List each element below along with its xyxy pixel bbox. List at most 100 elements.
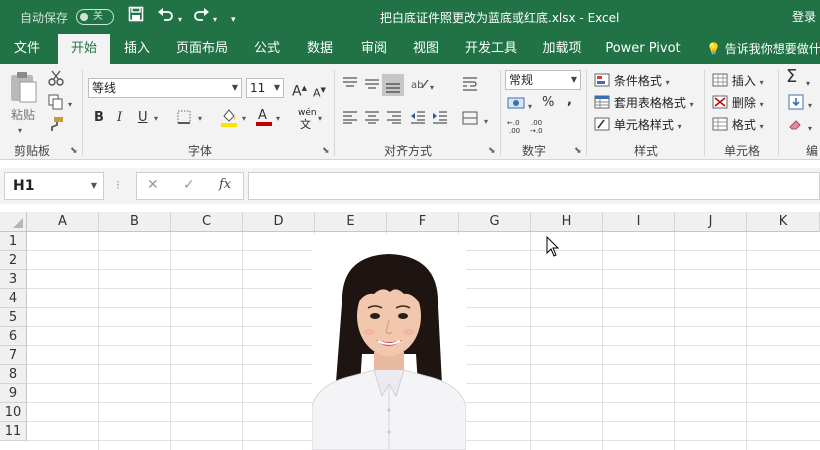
cell-styles-button[interactable]: 单元格样式 ▾ bbox=[594, 116, 682, 136]
fill-dropdown-icon[interactable]: ▾ bbox=[808, 97, 812, 115]
percent-button[interactable]: % bbox=[542, 94, 554, 112]
decrease-indent-icon[interactable] bbox=[410, 110, 426, 130]
alignment-launcher-icon[interactable]: ⬊ bbox=[488, 146, 496, 156]
font-name-combo[interactable]: 等线 ▼ bbox=[88, 78, 242, 98]
merge-dropdown-icon[interactable]: ▾ bbox=[484, 113, 488, 131]
font-launcher-icon[interactable]: ⬊ bbox=[322, 146, 330, 156]
tab-power-pivot[interactable]: Power Pivot bbox=[602, 34, 684, 64]
increase-decimal-icon[interactable]: ←.0.00 bbox=[507, 118, 527, 140]
border-icon[interactable] bbox=[176, 109, 192, 131]
copy-icon[interactable] bbox=[48, 94, 64, 116]
underline-button[interactable]: U bbox=[138, 109, 148, 127]
clipboard-launcher-icon[interactable]: ⬊ bbox=[70, 146, 78, 156]
login-link[interactable]: 登录 bbox=[792, 8, 816, 25]
insert-cells-button[interactable]: 插入 ▾ bbox=[712, 72, 764, 92]
worksheet-grid[interactable]: A B C D E F G H I J K 1 2 3 4 5 6 7 8 9 … bbox=[0, 212, 820, 450]
select-all-button[interactable] bbox=[0, 212, 27, 232]
paste-dropdown-icon[interactable]: ▾ bbox=[18, 122, 22, 140]
align-left-icon[interactable] bbox=[342, 110, 358, 130]
column-header-i[interactable]: I bbox=[603, 212, 675, 232]
orientation-dropdown-icon[interactable]: ▾ bbox=[430, 79, 434, 97]
row-header-11[interactable]: 11 bbox=[0, 422, 27, 441]
align-center-icon[interactable] bbox=[364, 110, 380, 130]
row-header-6[interactable]: 6 bbox=[0, 327, 27, 346]
undo-dropdown-icon[interactable]: ▾ bbox=[178, 10, 182, 30]
increase-indent-icon[interactable] bbox=[432, 110, 448, 130]
column-header-e[interactable]: E bbox=[315, 212, 387, 232]
autosave-toggle[interactable]: 关 bbox=[76, 9, 114, 25]
currency-dropdown-icon[interactable]: ▾ bbox=[528, 98, 532, 116]
decrease-decimal-icon[interactable]: .00 →.0 bbox=[530, 118, 550, 140]
fill-color-icon[interactable] bbox=[220, 107, 238, 133]
number-launcher-icon[interactable]: ⬊ bbox=[574, 146, 582, 156]
decrease-font-icon[interactable]: A▼ bbox=[313, 81, 326, 103]
clear-dropdown-icon[interactable]: ▾ bbox=[808, 120, 812, 138]
autosum-icon[interactable]: Σ bbox=[786, 68, 797, 86]
format-painter-icon[interactable] bbox=[48, 116, 64, 138]
currency-icon[interactable] bbox=[507, 95, 525, 117]
phonetic-dropdown-icon[interactable]: ▾ bbox=[318, 110, 322, 128]
tab-file[interactable]: 文件 bbox=[4, 34, 50, 64]
tab-page-layout[interactable]: 页面布局 bbox=[170, 34, 234, 64]
tell-me-box[interactable]: 💡 告诉我你想要做什么 bbox=[706, 34, 820, 64]
bold-button[interactable]: B bbox=[94, 109, 104, 127]
row-header-7[interactable]: 7 bbox=[0, 346, 27, 365]
conditional-formatting-button[interactable]: 条件格式 ▾ bbox=[594, 72, 670, 92]
column-header-k[interactable]: K bbox=[747, 212, 820, 232]
merge-center-icon[interactable] bbox=[462, 110, 478, 132]
column-header-j[interactable]: J bbox=[675, 212, 747, 232]
fill-color-dropdown-icon[interactable]: ▾ bbox=[242, 110, 246, 128]
column-header-c[interactable]: C bbox=[171, 212, 243, 232]
enter-icon[interactable]: ✓ bbox=[183, 177, 195, 193]
fill-down-icon[interactable] bbox=[788, 94, 804, 116]
column-header-f[interactable]: F bbox=[387, 212, 459, 232]
cancel-icon[interactable]: ✕ bbox=[147, 177, 159, 193]
row-header-10[interactable]: 10 bbox=[0, 403, 27, 422]
number-format-combo[interactable]: 常规 ▼ bbox=[505, 70, 581, 90]
save-icon[interactable] bbox=[128, 6, 144, 27]
clear-icon[interactable] bbox=[788, 117, 804, 137]
row-header-8[interactable]: 8 bbox=[0, 365, 27, 384]
row-header-1[interactable]: 1 bbox=[0, 232, 27, 251]
column-header-h[interactable]: H bbox=[531, 212, 603, 232]
row-header-2[interactable]: 2 bbox=[0, 251, 27, 270]
align-bottom-icon[interactable] bbox=[382, 74, 404, 96]
resize-handle-icon[interactable]: ⁝ bbox=[116, 178, 120, 192]
undo-icon[interactable] bbox=[157, 6, 175, 27]
row-header-9[interactable]: 9 bbox=[0, 384, 27, 403]
underline-dropdown-icon[interactable]: ▾ bbox=[154, 110, 158, 128]
tab-developer[interactable]: 开发工具 bbox=[460, 34, 522, 64]
font-size-combo[interactable]: 11 ▼ bbox=[246, 78, 284, 98]
font-color-icon[interactable]: A bbox=[256, 106, 272, 132]
tab-home[interactable]: 开始 bbox=[58, 34, 110, 64]
insert-function-button[interactable]: fx bbox=[219, 177, 231, 192]
column-header-d[interactable]: D bbox=[243, 212, 315, 232]
align-middle-icon[interactable] bbox=[364, 76, 380, 96]
tab-review[interactable]: 审阅 bbox=[352, 34, 396, 64]
increase-font-icon[interactable]: A▲ bbox=[292, 79, 307, 101]
cut-icon[interactable] bbox=[48, 70, 64, 92]
row-header-5[interactable]: 5 bbox=[0, 308, 27, 327]
orientation-icon[interactable]: ab bbox=[410, 76, 430, 98]
column-header-g[interactable]: G bbox=[459, 212, 531, 232]
formula-input[interactable] bbox=[248, 172, 820, 200]
copy-dropdown-icon[interactable]: ▾ bbox=[68, 96, 72, 114]
column-header-a[interactable]: A bbox=[27, 212, 99, 232]
format-cells-button[interactable]: 格式 ▾ bbox=[712, 116, 764, 136]
tab-formulas[interactable]: 公式 bbox=[246, 34, 288, 64]
align-top-icon[interactable] bbox=[342, 76, 358, 96]
tab-insert[interactable]: 插入 bbox=[116, 34, 158, 64]
tab-add-ins[interactable]: 加载项 bbox=[536, 34, 588, 64]
autosum-dropdown-icon[interactable]: ▾ bbox=[806, 75, 810, 93]
column-header-b[interactable]: B bbox=[99, 212, 171, 232]
delete-cells-button[interactable]: 删除 ▾ bbox=[712, 94, 764, 114]
row-header-3[interactable]: 3 bbox=[0, 270, 27, 289]
border-dropdown-icon[interactable]: ▾ bbox=[198, 110, 202, 128]
font-color-dropdown-icon[interactable]: ▾ bbox=[276, 110, 280, 128]
comma-button[interactable]: , bbox=[567, 92, 572, 110]
name-box[interactable]: H1 ▼ bbox=[4, 172, 104, 200]
customize-qat-icon[interactable]: ▾ bbox=[231, 10, 236, 30]
row-header-4[interactable]: 4 bbox=[0, 289, 27, 308]
redo-dropdown-icon[interactable]: ▾ bbox=[213, 10, 217, 30]
id-photo-image[interactable] bbox=[311, 234, 467, 450]
